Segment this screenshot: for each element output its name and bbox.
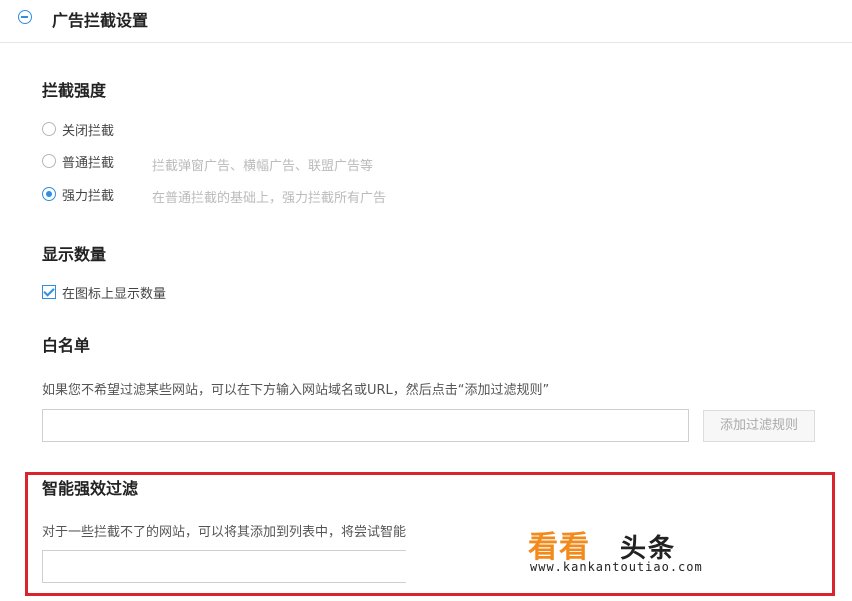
radio-strong[interactable] [42,187,56,201]
show-count-label: 在图标上显示数量 [62,286,167,302]
radio-normal-desc: 拦截弹窗广告、横幅广告、联盟广告等 [152,159,374,174]
radio-option-normal[interactable]: 普通拦截 [42,152,115,171]
intensity-title: 拦截强度 [42,81,107,100]
radio-off[interactable] [42,122,56,136]
count-title: 显示数量 [42,245,107,264]
radio-normal-label: 普通拦截 [62,155,115,171]
add-filter-rule-button[interactable]: 添加过滤规则 [703,410,815,442]
radio-strong-label: 强力拦截 [62,188,115,204]
collapse-icon[interactable] [18,10,32,24]
page-title: 广告拦截设置 [52,11,149,30]
whitelist-input[interactable] [42,409,689,442]
radio-strong-desc: 在普通拦截的基础上，强力拦截所有广告 [152,191,387,206]
show-count-option[interactable]: 在图标上显示数量 [42,283,167,302]
radio-option-strong[interactable]: 强力拦截 [42,185,115,204]
whitelist-title: 白名单 [42,336,91,355]
radio-option-off[interactable]: 关闭拦截 [42,120,115,139]
highlight-frame [25,472,835,596]
settings-header: 广告拦截设置 [0,0,852,43]
show-count-checkbox[interactable] [42,285,56,299]
watermark-url: www.kankantoutiao.com [530,560,703,574]
radio-off-label: 关闭拦截 [62,123,115,139]
whitelist-description: 如果您不希望过滤某些网站，可以在下方输入网站域名或URL，然后点击“添加过滤规则… [42,383,550,398]
radio-normal[interactable] [42,154,56,168]
